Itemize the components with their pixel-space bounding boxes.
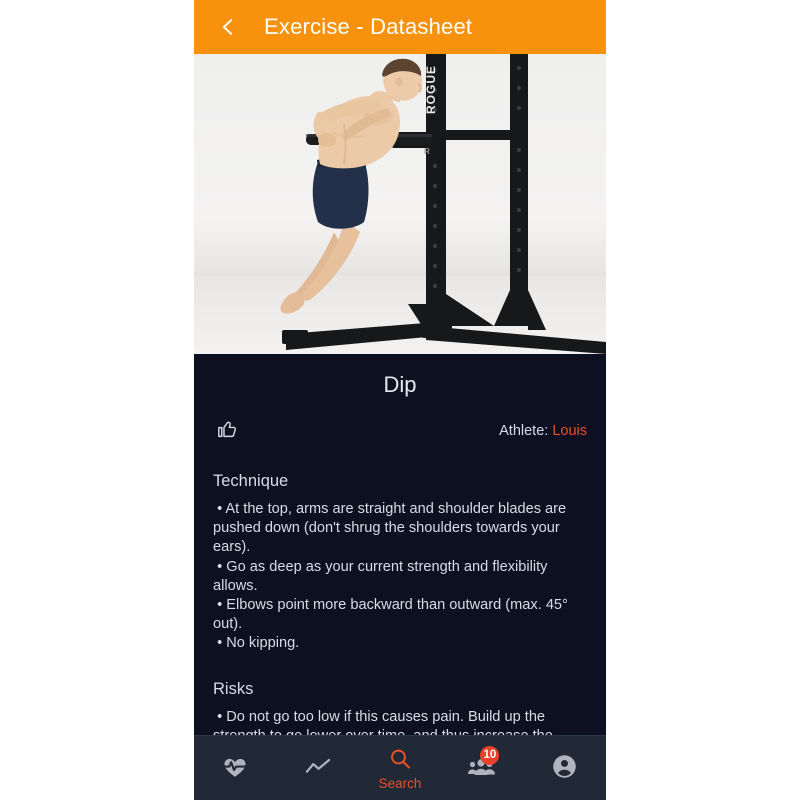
nav-item-account[interactable]: [527, 736, 603, 800]
bottom-navigation: Search 10: [194, 735, 606, 800]
friends-icon: 10: [467, 745, 500, 781]
back-button[interactable]: [208, 7, 248, 47]
svg-text:R: R: [424, 147, 430, 156]
exercise-title: Dip: [383, 372, 417, 397]
friends-badge: 10: [480, 745, 500, 765]
section-risks: Risks • Do not go too low if this causes…: [194, 680, 606, 735]
exercise-meta-row: Athlete: Louis: [194, 398, 606, 446]
nav-item-progress[interactable]: [280, 736, 356, 800]
search-icon: [388, 745, 412, 773]
thumbs-up-icon: [217, 418, 239, 445]
section-body-technique: • At the top, arms are straight and shou…: [213, 501, 568, 652]
exercise-image: ROGUE R: [194, 54, 606, 354]
section-heading-risks: Risks: [213, 679, 254, 698]
section-body-risks: • Do not go too low if this causes pain.…: [213, 708, 553, 735]
athlete-label: Athlete:: [499, 423, 549, 439]
section-heading-technique: Technique: [213, 472, 289, 490]
nav-item-friends[interactable]: 10: [444, 736, 520, 800]
app-header: Exercise - Datasheet: [194, 0, 606, 54]
athlete-name[interactable]: Louis: [552, 423, 587, 439]
page-title: Exercise - Datasheet: [264, 14, 473, 39]
exercise-datasheet: Dip Athlete: Louis Technique • At the to…: [194, 354, 606, 735]
phone-viewport: Exercise - Datasheet ROGUE R Dip Athlete…: [194, 0, 606, 800]
athlete-info: Athlete: Louis: [499, 423, 587, 439]
chart-line-icon: [304, 753, 332, 781]
chevron-left-icon: [217, 16, 239, 38]
nav-label-search: Search: [378, 776, 422, 791]
nav-item-activity[interactable]: [197, 736, 273, 800]
section-technique: Technique • At the top, arms are straigh…: [194, 472, 606, 654]
like-button[interactable]: [213, 416, 243, 446]
svg-text:ROGUE: ROGUE: [424, 65, 438, 114]
account-circle-icon: [551, 753, 578, 781]
heart-pulse-icon: [222, 753, 248, 781]
nav-item-search[interactable]: Search: [362, 736, 438, 800]
